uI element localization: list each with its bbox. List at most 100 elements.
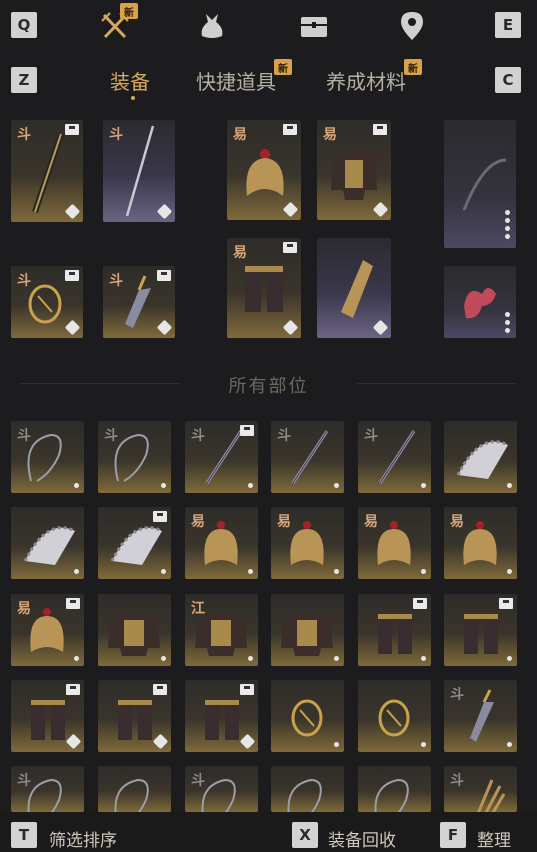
active-tab-indicator bbox=[131, 96, 135, 100]
new-badge: 新 bbox=[274, 59, 292, 75]
chest-armor-icon bbox=[108, 614, 160, 656]
inventory-item[interactable] bbox=[98, 594, 171, 666]
grade-glyph: 易 bbox=[364, 514, 378, 530]
organize-key[interactable]: F bbox=[440, 822, 466, 848]
whip-icon bbox=[374, 778, 409, 812]
inventory-item[interactable] bbox=[444, 421, 517, 493]
inventory-item[interactable]: 斗 bbox=[98, 421, 171, 493]
recycle-key[interactable]: X bbox=[292, 822, 318, 848]
rarity-dot-icon bbox=[334, 569, 339, 574]
grade-glyph: 易 bbox=[450, 514, 464, 530]
inventory-item[interactable]: 斗 bbox=[185, 766, 258, 812]
rarity-dot-icon bbox=[421, 656, 426, 661]
equipped-bracer-slot[interactable] bbox=[317, 238, 391, 338]
inventory-item[interactable] bbox=[358, 594, 431, 666]
inventory-item[interactable]: 易 bbox=[444, 507, 517, 579]
new-badge: 新 bbox=[120, 3, 138, 19]
inventory-item[interactable] bbox=[444, 594, 517, 666]
inventory-item[interactable]: 斗 bbox=[444, 766, 517, 812]
next-category-key[interactable]: E bbox=[495, 12, 521, 38]
inventory-item[interactable] bbox=[11, 507, 84, 579]
grade-glyph: 斗 bbox=[191, 428, 205, 444]
equipped-flag-icon bbox=[66, 684, 80, 695]
tab-equipment[interactable]: 装备 bbox=[110, 66, 150, 95]
inventory-item[interactable] bbox=[98, 680, 171, 752]
prev-tab-key[interactable]: Z bbox=[11, 67, 37, 93]
next-tab-key[interactable]: C bbox=[495, 67, 521, 93]
rarity-dot-icon bbox=[507, 569, 512, 574]
grade-glyph: 易 bbox=[277, 514, 291, 530]
inventory-item[interactable]: 斗 bbox=[271, 421, 344, 493]
grade-glyph: 易 bbox=[17, 601, 31, 617]
inventory-item[interactable]: 斗 bbox=[185, 421, 258, 493]
new-badge: 新 bbox=[404, 59, 422, 75]
grade-glyph: 斗 bbox=[191, 773, 205, 789]
rarity-dot-icon bbox=[421, 483, 426, 488]
rarity-dot-icon bbox=[161, 569, 166, 574]
inventory-item[interactable]: 易 bbox=[11, 594, 84, 666]
bag-category-button[interactable] bbox=[194, 8, 230, 44]
inventory-item[interactable]: 易 bbox=[358, 507, 431, 579]
equipment-recycle-label[interactable]: 装备回收 bbox=[328, 826, 396, 851]
equipped-armor-slot[interactable]: 易 bbox=[317, 120, 391, 220]
inventory-item[interactable] bbox=[358, 680, 431, 752]
rarity-dot-icon bbox=[74, 569, 79, 574]
chest-icon bbox=[301, 17, 327, 37]
grade-glyph: 斗 bbox=[450, 773, 464, 789]
location-category-button[interactable] bbox=[394, 8, 430, 44]
grade-glyph: 斗 bbox=[450, 687, 464, 703]
rarity-dot-icon bbox=[507, 656, 512, 661]
rarity-dot-icon bbox=[334, 483, 339, 488]
filter-key[interactable]: T bbox=[11, 822, 37, 848]
inventory-item[interactable]: 江 bbox=[185, 594, 258, 666]
inventory-item[interactable] bbox=[271, 680, 344, 752]
inventory-item[interactable] bbox=[271, 594, 344, 666]
tab-materials[interactable]: 养成材料 bbox=[326, 66, 406, 95]
chest-category-button[interactable] bbox=[296, 8, 332, 44]
prev-category-key[interactable]: Q bbox=[11, 12, 37, 38]
rarity-dot-icon bbox=[74, 656, 79, 661]
equipped-boots-slot[interactable]: 易 bbox=[227, 238, 301, 338]
inventory-item[interactable]: 易 bbox=[185, 507, 258, 579]
grade-glyph: 斗 bbox=[104, 428, 118, 444]
more-options-icon[interactable] bbox=[505, 210, 510, 242]
equipped-flag-icon bbox=[240, 425, 254, 436]
inventory-item[interactable]: 易 bbox=[271, 507, 344, 579]
inventory-item[interactable] bbox=[98, 766, 171, 812]
equipped-accessory-slot[interactable]: 斗 bbox=[11, 266, 83, 338]
money-bag-icon bbox=[201, 14, 223, 38]
section-title: 所有部位 bbox=[228, 376, 309, 397]
equipped-flag-icon bbox=[153, 511, 167, 522]
tab-quick-items[interactable]: 快捷道具 bbox=[196, 66, 276, 95]
chest-armor-icon bbox=[281, 614, 333, 656]
more-options-icon[interactable] bbox=[505, 312, 510, 336]
rarity-dot-icon bbox=[248, 569, 253, 574]
rarity-dot-icon bbox=[74, 483, 79, 488]
filter-sort-label[interactable]: 筛选排序 bbox=[49, 826, 117, 851]
inventory-item[interactable] bbox=[358, 766, 431, 812]
pendant-icon bbox=[378, 699, 410, 737]
grade-glyph: 斗 bbox=[17, 428, 31, 444]
grade-glyph: 斗 bbox=[364, 428, 378, 444]
top-bar: Q 新 E bbox=[0, 0, 537, 52]
inventory-item[interactable] bbox=[185, 680, 258, 752]
equipped-weapon-slot[interactable]: 斗 bbox=[11, 120, 83, 222]
inventory-item[interactable]: 斗 bbox=[358, 421, 431, 493]
inventory-item[interactable] bbox=[98, 507, 171, 579]
inventory-item[interactable]: 斗 bbox=[444, 680, 517, 752]
equipped-charm-slot[interactable] bbox=[444, 266, 516, 338]
tab-bar: Z 装备 快捷道具 新 养成材料 新 C bbox=[0, 52, 537, 102]
pendant-icon bbox=[291, 699, 323, 737]
equipped-bow-slot[interactable] bbox=[444, 120, 516, 248]
rarity-dot-icon bbox=[507, 483, 512, 488]
equipped-helmet-slot[interactable]: 易 bbox=[227, 120, 301, 220]
equipped-accessory-slot[interactable]: 斗 bbox=[103, 266, 175, 338]
equipped-weapon-slot[interactable]: 斗 bbox=[103, 120, 175, 222]
equipped-flag-icon bbox=[66, 598, 80, 609]
inventory-item[interactable]: 斗 bbox=[11, 766, 84, 812]
equipped-flag-icon bbox=[499, 598, 513, 609]
organize-label[interactable]: 整理 bbox=[477, 826, 511, 851]
inventory-item[interactable]: 斗 bbox=[11, 421, 84, 493]
inventory-item[interactable] bbox=[271, 766, 344, 812]
inventory-item[interactable] bbox=[11, 680, 84, 752]
